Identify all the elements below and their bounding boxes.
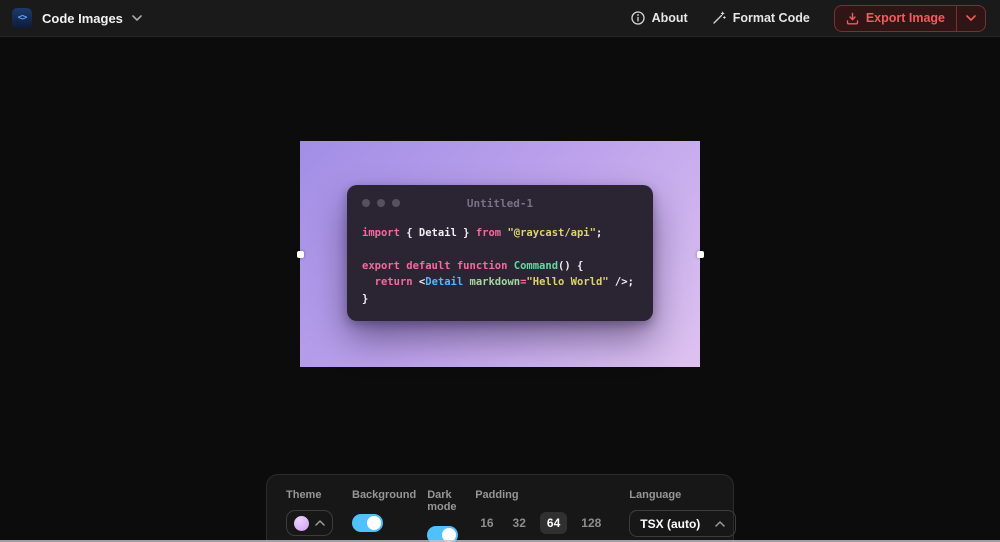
- code-line[interactable]: [362, 241, 638, 257]
- theme-group: Theme: [286, 489, 333, 542]
- code-line[interactable]: }: [362, 291, 638, 307]
- code-line[interactable]: return <Detail markdown="Hello World" />…: [362, 274, 638, 290]
- padding-label: Padding: [475, 489, 519, 501]
- chevron-up-icon: [315, 520, 325, 526]
- language-group: Language TSX (auto): [629, 489, 737, 542]
- theme-label: Theme: [286, 489, 322, 501]
- language-select[interactable]: TSX (auto): [629, 510, 737, 537]
- format-code-button[interactable]: Format Code: [712, 11, 810, 25]
- image-frame: Untitled-1 import { Detail } from "@rayc…: [300, 141, 700, 367]
- export-options-button[interactable]: [956, 5, 985, 31]
- padding-options: 16 32 64 128: [475, 512, 606, 534]
- code-line[interactable]: import { Detail } from "@raycast/api";: [362, 225, 638, 241]
- app-title-menu[interactable]: <> Code Images: [12, 8, 142, 28]
- code-editor[interactable]: import { Detail } from "@raycast/api"; e…: [347, 222, 653, 310]
- padding-option-128[interactable]: 128: [576, 512, 606, 534]
- toggle-knob: [367, 516, 381, 530]
- download-icon: [846, 12, 859, 25]
- window-titlebar: Untitled-1: [347, 185, 653, 222]
- export-image-button[interactable]: Export Image: [835, 6, 956, 31]
- padding-option-64[interactable]: 64: [539, 512, 568, 534]
- dark-mode-group: Dark mode: [427, 489, 459, 542]
- code-brackets-icon: <>: [12, 8, 32, 28]
- background-group: Background: [352, 489, 416, 542]
- about-button[interactable]: About: [630, 11, 688, 25]
- info-icon: [630, 11, 645, 25]
- resize-handle-left[interactable]: [297, 251, 304, 258]
- background-label: Background: [352, 489, 417, 501]
- header-actions: About Format Code Export Image: [630, 4, 986, 32]
- theme-picker-button[interactable]: [286, 510, 333, 536]
- controls-panel: Theme Background Dark mode Padding 16 32…: [266, 474, 737, 542]
- chevron-down-icon: [132, 15, 142, 21]
- window-title[interactable]: Untitled-1: [347, 197, 653, 210]
- resize-handle-right[interactable]: [697, 251, 704, 258]
- language-label: Language: [629, 489, 682, 501]
- padding-option-32[interactable]: 32: [508, 512, 531, 534]
- export-split-button: Export Image: [833, 4, 986, 32]
- padding-group: Padding 16 32 64 128: [475, 489, 606, 542]
- language-value: TSX (auto): [640, 516, 701, 531]
- code-line[interactable]: export default function Command() {: [362, 258, 638, 274]
- chevron-down-icon: [966, 15, 976, 21]
- app-header: <> Code Images About Format Code Export …: [0, 0, 1000, 37]
- dark-mode-label: Dark mode: [427, 489, 457, 513]
- padding-option-16[interactable]: 16: [475, 512, 498, 534]
- chevron-up-icon: [715, 520, 726, 527]
- background-toggle[interactable]: [352, 514, 383, 532]
- theme-swatch: [294, 515, 309, 531]
- app-title: Code Images: [42, 10, 123, 26]
- magic-wand-icon: [712, 11, 726, 25]
- code-window[interactable]: Untitled-1 import { Detail } from "@rayc…: [347, 185, 653, 321]
